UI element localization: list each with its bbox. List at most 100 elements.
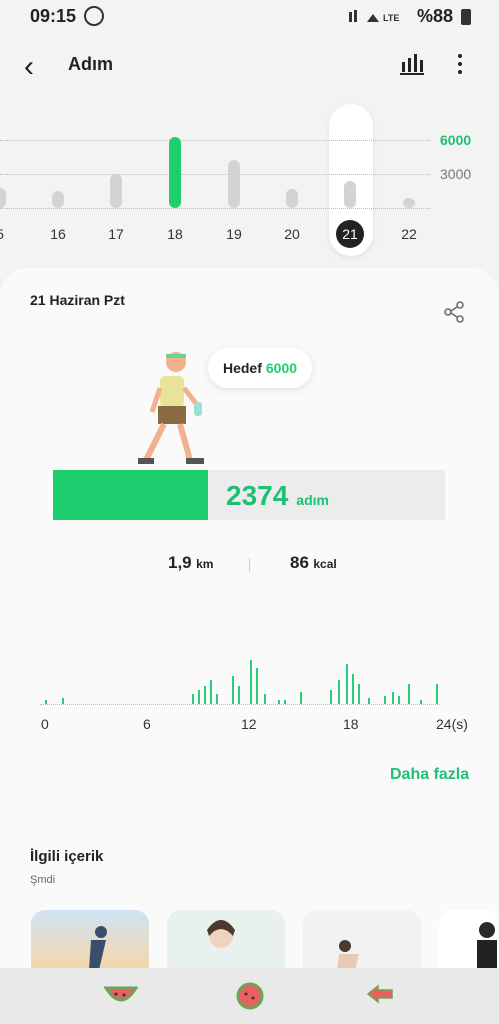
app-header: ‹ Adım <box>0 40 499 88</box>
week-day-label-18[interactable]: 18 <box>160 226 190 242</box>
hour-bar <box>358 684 360 704</box>
battery-icon <box>461 8 471 25</box>
steps-unit: adım <box>296 492 329 508</box>
hour-label-0: 0 <box>41 716 49 732</box>
hour-bar <box>284 700 286 704</box>
related-thumb-4[interactable] <box>439 910 499 970</box>
week-bar-21[interactable] <box>344 181 356 208</box>
related-thumb-1[interactable] <box>31 910 149 970</box>
goal-bubble: Hedef 6000 <box>208 348 312 388</box>
related-subtitle: Şmdi <box>30 874 56 886</box>
day-detail-card: 21 Haziran Pzt Hedef 6000 2374 adım 1,9 … <box>0 268 499 970</box>
more-options-icon[interactable] <box>452 52 468 76</box>
hour-bar <box>256 668 258 704</box>
hour-bar <box>300 692 302 704</box>
week-day-label-16[interactable]: 16 <box>43 226 73 242</box>
calories-value: 86 <box>290 553 309 572</box>
more-button[interactable]: Daha fazla <box>390 766 469 784</box>
related-thumb-2[interactable] <box>167 910 285 970</box>
trends-icon[interactable] <box>400 52 424 76</box>
hourly-baseline <box>40 704 440 705</box>
week-day-label-5[interactable]: 5 <box>0 226 15 242</box>
week-bar-22[interactable] <box>403 198 415 208</box>
week-day-label-22[interactable]: 22 <box>394 226 424 242</box>
page-title: Adım <box>68 54 113 74</box>
hour-label-12: 12 <box>241 716 257 732</box>
goal-label: Hedef <box>222 360 262 376</box>
week-bar-5[interactable] <box>0 187 6 208</box>
week-bar-19[interactable] <box>228 160 240 208</box>
hour-bar <box>330 690 332 704</box>
calories-metric: 86 kcal <box>290 553 337 573</box>
hour-bar <box>210 680 212 704</box>
back-button[interactable]: ‹ <box>24 50 34 84</box>
week-day-label-17[interactable]: 17 <box>101 226 131 242</box>
hour-bar <box>368 698 370 704</box>
hour-bar <box>204 686 206 704</box>
runner-illustration <box>138 352 204 464</box>
back-arrow-icon[interactable] <box>366 982 396 1006</box>
weekly-steps-chart: 6000 3000 5 16 17 18 19 20 21 22 <box>0 100 499 260</box>
week-bar-16[interactable] <box>52 191 64 208</box>
svg-text:LTE: LTE <box>383 13 399 23</box>
week-day-label-21[interactable]: 21 <box>336 220 364 248</box>
goal-axis-label: 6000 <box>440 132 472 148</box>
hour-bar <box>45 700 47 704</box>
hourly-steps-chart: 0 6 12 18 24(s) <box>0 628 499 738</box>
selected-date: 21 Haziran Pzt <box>30 292 125 308</box>
steps-progress-fill <box>53 470 209 520</box>
battery-level: %88 <box>416 6 453 26</box>
hour-bar <box>352 674 354 704</box>
status-bar: 09:15 LTE %88 <box>0 0 499 32</box>
hour-bar <box>384 696 386 704</box>
hour-bar <box>398 696 400 704</box>
week-day-label-20[interactable]: 20 <box>277 226 307 242</box>
hour-bar <box>278 700 280 704</box>
hour-bar <box>264 694 266 704</box>
person-photo <box>477 922 497 970</box>
base-gridline <box>0 208 430 209</box>
home-watermelon-icon[interactable] <box>236 982 264 1010</box>
status-time: 09:15 <box>30 6 77 26</box>
hour-bar <box>192 694 194 704</box>
whatsapp-icon <box>84 6 104 26</box>
woman-photo <box>207 920 235 948</box>
hour-bar <box>232 676 234 704</box>
distance-value: 1,9 <box>168 553 192 572</box>
share-icon[interactable] <box>443 301 465 323</box>
hour-label-6: 6 <box>143 716 151 732</box>
status-right: LTE %88 <box>348 6 471 27</box>
hour-label-18: 18 <box>343 716 359 732</box>
week-bar-18[interactable] <box>169 136 181 208</box>
distance-metric: 1,9 km <box>168 553 213 573</box>
signal-wifi-icon: LTE <box>348 9 399 23</box>
hour-bar <box>392 692 394 704</box>
runner-photo <box>89 926 107 970</box>
calories-unit: kcal <box>313 557 337 571</box>
hour-bar <box>338 680 340 704</box>
hour-bar <box>62 698 64 704</box>
goal-value: 6000 <box>265 360 298 376</box>
hour-bar <box>408 684 410 704</box>
mid-gridline <box>0 174 430 175</box>
distance-unit: km <box>196 557 214 571</box>
week-bar-17[interactable] <box>110 174 122 208</box>
watermelon-slice-icon[interactable] <box>104 982 138 1010</box>
bottom-bar <box>0 968 499 1024</box>
hour-bar <box>420 700 422 704</box>
steps-count: 2374 adım <box>226 480 329 512</box>
goal-gridline <box>0 140 430 141</box>
hour-label-24: 24(s) <box>436 716 468 732</box>
related-thumb-3[interactable] <box>303 910 421 970</box>
related-title: İlgili içerik <box>30 848 104 865</box>
week-day-label-19[interactable]: 19 <box>219 226 249 242</box>
hour-bar <box>216 694 218 704</box>
hour-bar <box>436 684 438 704</box>
hour-bar <box>250 660 252 704</box>
week-bar-20[interactable] <box>286 188 298 208</box>
exercise-photo <box>337 940 359 970</box>
metric-separator <box>249 558 250 572</box>
hour-bar <box>346 664 348 704</box>
hour-bar <box>198 690 200 704</box>
steps-value: 2374 <box>226 480 289 511</box>
